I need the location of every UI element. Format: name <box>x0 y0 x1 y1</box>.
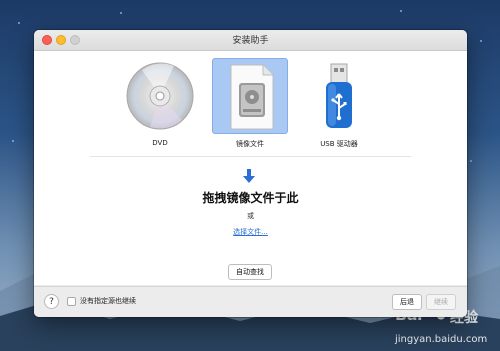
continue-button[interactable]: 继续 <box>426 294 456 310</box>
title-bar: 安装助手 <box>34 30 467 51</box>
source-label: 镜像文件 <box>236 140 264 148</box>
arrow-down-icon <box>243 169 255 183</box>
footer-bar: ? 没有指定源也继续 后退 继续 <box>34 286 467 317</box>
or-text: 或 <box>247 212 254 220</box>
source-dvd[interactable]: DVD <box>122 58 198 148</box>
checkbox-label: 没有指定源也继续 <box>80 297 136 305</box>
installation-assistant-window: 安装助手 DVD 镜像文件 USB 驱动器 拖拽镜像文件于此 或 选择文件...… <box>34 30 467 317</box>
choose-file-link[interactable]: 选择文件... <box>34 227 467 237</box>
auto-find-button[interactable]: 自动查找 <box>228 264 272 280</box>
main-content: DVD 镜像文件 USB 驱动器 拖拽镜像文件于此 或 选择文件... 自动查找 <box>34 51 467 285</box>
source-label: DVD <box>152 139 168 147</box>
source-tile <box>301 58 377 134</box>
source-image-file[interactable]: 镜像文件 <box>212 58 288 148</box>
disk-image-file-icon <box>230 64 274 130</box>
window-title: 安装助手 <box>232 36 269 46</box>
source-label: USB 驱动器 <box>320 140 358 148</box>
back-button[interactable]: 后退 <box>392 294 422 310</box>
watermark-url: jingyan.baidu.com <box>395 334 488 345</box>
help-button[interactable]: ? <box>44 294 59 309</box>
section-divider <box>90 156 411 157</box>
continue-without-source-checkbox[interactable] <box>67 297 76 306</box>
dvd-disc-icon <box>126 62 194 130</box>
drop-instruction: 拖拽镜像文件于此 <box>202 191 299 205</box>
source-tile <box>122 58 198 134</box>
source-usb-drive[interactable]: USB 驱动器 <box>301 58 377 148</box>
usb-drive-icon <box>326 63 352 128</box>
source-tile-selected <box>212 58 288 134</box>
